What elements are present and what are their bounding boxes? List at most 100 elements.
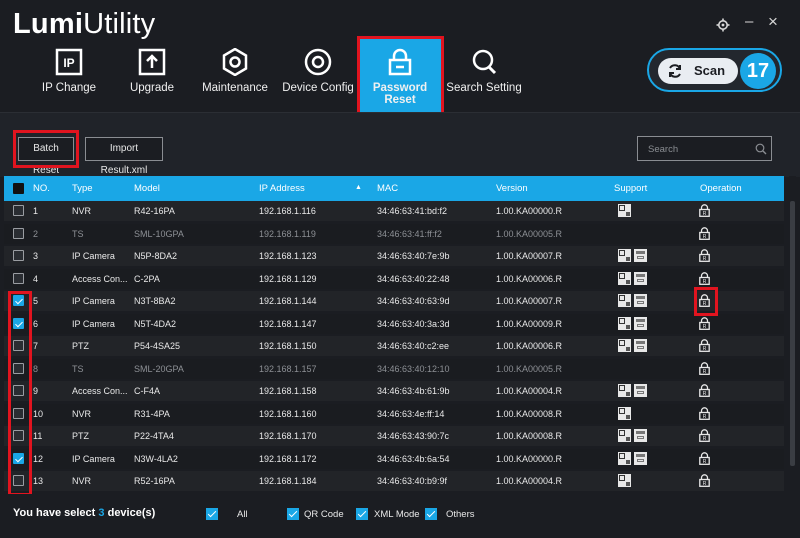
col-type[interactable]: Type [72,183,93,194]
cell-no: 11 [33,431,43,441]
reset-lock-icon[interactable]: R [698,249,711,264]
filter-qr-label: QR Code [304,509,344,520]
reset-lock-icon[interactable]: R [698,384,711,399]
search-input[interactable] [646,141,750,158]
cell-no: 7 [33,341,39,351]
col-model[interactable]: Model [134,183,160,194]
svg-text:R: R [703,279,707,285]
table-row[interactable]: 4 Access Con... C-2PA 192.168.1.129 34:46:63… [4,268,784,289]
import-result-button[interactable]: Import Result.xml [85,137,163,176]
row-checkbox[interactable] [13,250,24,261]
table-row[interactable]: 12 IP Camera N3W-4LA2 192.168.1.172 34:46:63… [4,448,784,469]
nav-device-config[interactable]: Device Config [275,38,361,112]
table-row[interactable]: 1 NVR R42-16PA 192.168.1.116 34:46:63:41:bd:… [4,201,784,221]
app-logo: LumiUtility [13,8,156,40]
cell-no: 12 [33,453,44,464]
nav-search-setting[interactable]: Search Setting [441,38,527,112]
reset-lock-icon[interactable]: R [698,339,711,354]
sort-asc-icon[interactable]: ▲ [355,184,362,191]
row-checkbox[interactable] [13,272,24,284]
col-no[interactable]: NO. [33,183,50,194]
table-row[interactable]: 3 IP Camera N5P-8DA2 192.168.1.123 34:46:63:… [4,246,784,266]
svg-text:R: R [703,256,707,262]
reset-lock-icon[interactable]: R [698,316,711,332]
cell-type: IP Camera [72,453,115,464]
cell-no: 2 [33,228,39,239]
filter-xml-checkbox[interactable] [356,508,368,520]
cell-model: R42-16PA [134,206,175,216]
filter-others-checkbox[interactable] [425,508,437,520]
close-button[interactable]: × [768,12,778,32]
table-row[interactable]: 6 IP Camera N5T-4DA2 192.168.1.147 34:46:63:… [4,313,784,334]
row-checkbox[interactable] [13,205,24,216]
qr-code-icon [618,429,631,442]
nav-upgrade[interactable]: Upgrade [109,38,195,112]
table-header: NO. Type Model IP Address ▲ MAC Version … [4,176,784,201]
cell-ip: 192.168.1.158 [259,386,317,396]
scan-button[interactable]: Scan [658,58,738,84]
reset-lock-icon[interactable]: R [698,226,711,242]
cell-mac: 34:46:63:41:bd:f2 [377,206,448,216]
selection-summary: You have select 3 device(s) [13,507,156,519]
minimize-button[interactable]: – [745,13,753,30]
select-all-checkbox[interactable] [13,183,24,194]
nav-maintenance[interactable]: Maintenance [192,38,278,112]
reset-lock-icon[interactable]: R [698,204,711,219]
cell-model: SML-20GPA [134,363,184,374]
qr-code-icon [618,294,631,307]
refresh-icon [669,64,681,78]
table-scrollbar[interactable] [789,176,796,494]
cell-no: 5 [33,296,39,306]
reset-lock-icon[interactable]: R [698,361,711,377]
cell-version: 1.00.KA00008.R [496,431,563,441]
reset-lock-icon[interactable]: R [698,271,711,287]
cell-model: R31-4PA [134,408,170,419]
col-ip-address[interactable]: IP Address [259,183,305,194]
col-support[interactable]: Support [614,183,647,194]
svg-text:R: R [703,346,707,352]
gear-icon[interactable] [716,18,730,32]
nav-ip-change[interactable]: IP IP Change [26,38,112,112]
filter-qr-checkbox[interactable] [287,508,299,520]
cell-mac: 34:46:63:40:63:9d [377,296,450,306]
xml-mode-icon [634,316,647,330]
filter-all-label: All [237,509,248,520]
cell-type: NVR [72,476,92,486]
magnifier-icon [472,49,497,75]
cell-no: 9 [33,386,39,396]
row-checkbox[interactable] [13,227,24,239]
col-mac[interactable]: MAC [377,183,398,194]
table-row[interactable]: 8 TS SML-20GPA 192.168.1.157 34:46:63:40:12:… [4,358,784,379]
search-icon[interactable] [755,143,767,155]
scan-panel: Scan 17 [647,48,782,92]
selected-count: 3 [98,507,105,519]
cell-model: N3W-4LA2 [134,453,178,464]
table-row[interactable]: 11 PTZ P22-4TA4 192.168.1.170 34:46:63:43:90… [4,426,784,446]
table-row[interactable]: 7 PTZ P54-4SA25 192.168.1.150 34:46:63:40:c2… [4,336,784,356]
cell-version: 1.00.KA00000.R [496,206,563,216]
cell-type: TS [72,228,84,239]
cell-model: P22-4TA4 [134,431,174,441]
reset-lock-icon[interactable]: R [698,406,711,422]
cell-mac: 34:46:63:4b:61:9b [377,386,450,396]
cell-mac: 34:46:63:40:c2:ee [377,341,450,351]
col-operation[interactable]: Operation [700,183,742,194]
reset-lock-icon[interactable]: R [698,429,711,444]
cell-version: 1.00.KA00000.R [496,453,563,464]
table-row[interactable]: 10 NVR R31-4PA 192.168.1.160 34:46:63:4e:ff:… [4,403,784,424]
reset-lock-icon[interactable]: R [698,474,711,489]
table-row[interactable]: 9 Access Con... C-F4A 192.168.1.158 34:46:63… [4,381,784,401]
cell-version: 1.00.KA00004.R [496,386,563,396]
scrollbar-thumb[interactable] [790,201,795,466]
col-version[interactable]: Version [496,183,528,194]
table-row[interactable]: 5 IP Camera N3T-8BA2 192.168.1.144 34:46:63:… [4,291,784,311]
table-row[interactable]: 2 TS SML-10GPA 192.168.1.119 34:46:63:41:ff:… [4,223,784,244]
nav-label: IP Change [41,82,97,94]
reset-lock-icon[interactable]: R [698,451,711,467]
cell-model: SML-10GPA [134,228,184,239]
cell-mac: 34:46:63:4b:6a:54 [377,453,450,464]
filter-all-checkbox[interactable] [206,508,218,520]
cell-version: 1.00.KA00005.R [496,228,563,239]
table-row[interactable]: 13 NVR R52-16PA 192.168.1.184 34:46:63:40:b9… [4,471,784,491]
cell-version: 1.00.KA00008.R [496,408,563,419]
